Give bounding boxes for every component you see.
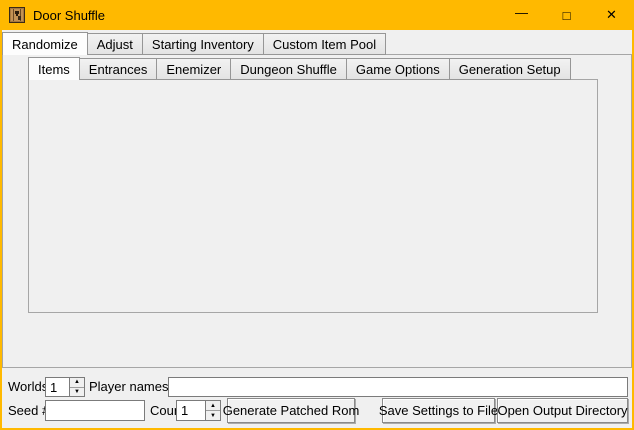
count-spinbox[interactable]: 1 ▲ ▼ [176,400,221,421]
player-names-label: Player names [89,377,168,397]
maximize-button[interactable]: □ [544,0,589,30]
worlds-spin-down-icon[interactable]: ▼ [70,388,84,397]
seed-label: Seed # [8,401,49,421]
app-window: Door Shuffle — □ ✕ Randomize Adjust Star… [0,0,634,430]
open-output-directory-button[interactable]: Open Output Directory [497,398,628,423]
tab-randomize[interactable]: Randomize [2,32,88,55]
player-names-input[interactable] [168,377,628,397]
count-spin-down-icon[interactable]: ▼ [206,411,220,420]
minimize-button[interactable]: — [499,0,544,30]
sub-tabstrip: Items Entrances Enemizer Dungeon Shuffle… [28,57,571,80]
tab-dungeon-shuffle[interactable]: Dungeon Shuffle [230,58,347,80]
generate-patched-rom-button[interactable]: Generate Patched Rom [227,398,355,423]
worlds-spinbox[interactable]: 1 ▲ ▼ [45,377,85,397]
count-spin-up-icon[interactable]: ▲ [206,401,220,411]
worlds-spin-up-icon[interactable]: ▲ [70,378,84,388]
title-bar[interactable]: Door Shuffle — □ ✕ [0,0,634,30]
door-icon [9,7,25,23]
window-border-left [0,0,2,430]
tab-entrances[interactable]: Entrances [79,58,158,80]
save-settings-button[interactable]: Save Settings to File [382,398,495,423]
tab-starting-inventory[interactable]: Starting Inventory [142,33,264,55]
tab-enemizer[interactable]: Enemizer [156,58,231,80]
items-panel [28,79,598,313]
window-title: Door Shuffle [33,8,105,23]
tab-generation-setup[interactable]: Generation Setup [449,58,571,80]
close-button[interactable]: ✕ [589,0,634,30]
main-tabstrip: Randomize Adjust Starting Inventory Cust… [2,32,386,55]
tab-adjust[interactable]: Adjust [87,33,143,55]
tab-custom-item-pool[interactable]: Custom Item Pool [263,33,386,55]
count-value[interactable]: 1 [177,401,205,420]
tab-items[interactable]: Items [28,57,80,80]
worlds-value[interactable]: 1 [46,378,69,396]
worlds-label: Worlds [8,377,48,397]
tab-game-options[interactable]: Game Options [346,58,450,80]
seed-input[interactable] [45,400,145,421]
